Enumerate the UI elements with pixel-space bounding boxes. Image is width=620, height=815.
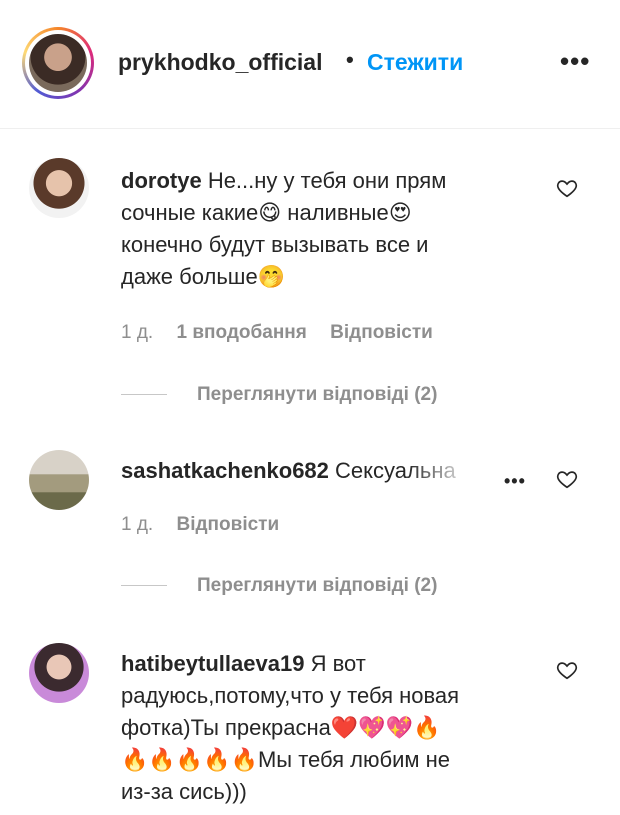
heart-icon[interactable] xyxy=(556,468,578,490)
comment-line: 🔥🔥🔥🔥🔥Мы тебя любим не xyxy=(121,747,451,772)
comment-line: Сексуальна xyxy=(335,458,456,483)
comment-line: сочные какие😋 наливные😍 xyxy=(121,200,412,225)
comment-meta: 1 д. Відповісти xyxy=(121,514,297,536)
follow-button[interactable]: Стежити xyxy=(367,49,463,76)
comment-text: dorotye Не...ну у тебя они прям сочные к… xyxy=(121,165,521,293)
likes-count[interactable]: 1 вподобання xyxy=(177,322,307,343)
comment-username[interactable]: hatibeytullaeva19 xyxy=(121,651,304,676)
owner-avatar[interactable] xyxy=(22,27,94,99)
comment-line: даже больше🤭 xyxy=(121,264,286,289)
heart-icon[interactable] xyxy=(556,659,578,681)
comment-time: 1 д. xyxy=(121,322,154,343)
post-header: prykhodko_official • Стежити ••• xyxy=(0,0,620,129)
comment-line: конечно будут вызывать все и xyxy=(121,232,429,257)
commenter-avatar[interactable] xyxy=(29,158,89,218)
comment-line: фотка)Ты прекрасна❤️💖💖🔥 xyxy=(121,715,441,740)
divider-line xyxy=(121,585,167,587)
commenter-avatar[interactable] xyxy=(29,450,89,510)
owner-username[interactable]: prykhodko_official xyxy=(118,49,322,76)
view-replies-button[interactable]: Переглянути відповіді (2) xyxy=(121,575,437,599)
comment-line: из-за сись))) xyxy=(121,779,247,804)
comment-time: 1 д. xyxy=(121,514,154,535)
comment-text: sashatkachenko682 Сексуальна xyxy=(121,455,501,487)
comment-line: Я вот xyxy=(310,651,366,676)
reply-button[interactable]: Відповісти xyxy=(177,514,280,535)
view-replies-button[interactable]: Переглянути відповіді (2) xyxy=(121,384,437,408)
more-options-icon[interactable]: ••• xyxy=(560,46,590,77)
comment-username[interactable]: sashatkachenko682 xyxy=(121,458,329,483)
commenter-avatar[interactable] xyxy=(29,643,89,703)
comment-line: Не...ну у тебя они прям xyxy=(207,168,447,193)
divider-line xyxy=(121,394,167,396)
separator-dot: • xyxy=(346,47,354,72)
comment-line: радуюсь,потому,что у тебя новая xyxy=(121,683,460,708)
reply-button[interactable]: Відповісти xyxy=(330,322,433,343)
comment-meta: 1 д. 1 вподобання Відповісти xyxy=(121,322,451,344)
comment-username[interactable]: dorotye xyxy=(121,168,202,193)
more-options-icon[interactable]: ••• xyxy=(504,471,526,492)
comment-text: hatibeytullaeva19 Я вот радуюсь,потому,ч… xyxy=(121,648,521,808)
heart-icon[interactable] xyxy=(556,177,578,199)
